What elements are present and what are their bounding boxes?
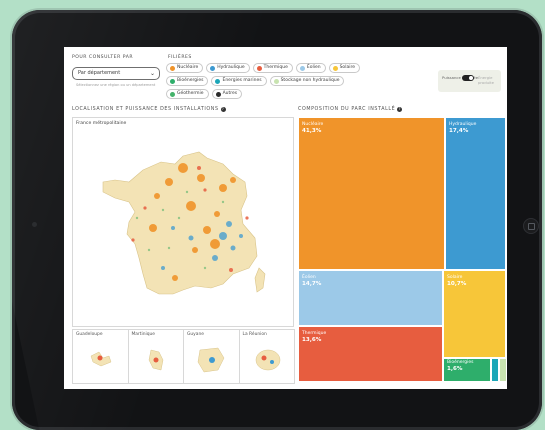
tablet-frame: Pour consulter par Par département ⌄ Sél… <box>12 10 542 430</box>
treemap-cell-other[interactable] <box>499 358 507 382</box>
chip-label: Géothermie <box>177 91 204 96</box>
treemap: Nucléaire 41,3% Hydraulique 17,4% Éolien 14… <box>298 117 507 382</box>
camera-icon <box>32 222 37 227</box>
cell-label: Éolien <box>302 275 316 280</box>
chip-dot-icon <box>215 91 221 97</box>
filter-chip[interactable]: Nucléaire <box>166 63 204 73</box>
toggle-right-label: Énergie produite <box>478 75 494 85</box>
chip-dot-icon <box>210 65 216 71</box>
france-map[interactable] <box>73 118 295 328</box>
info-icon[interactable]: ? <box>397 107 403 112</box>
cell-label: Nucléaire <box>302 122 324 127</box>
chip-label: Bioénergies <box>177 78 204 83</box>
chip-dot-icon <box>332 65 338 71</box>
cell-label: Bioénergies <box>447 360 474 365</box>
filter-chip[interactable]: Énergies marines <box>211 76 267 86</box>
mainland-shape <box>102 151 258 295</box>
chip-label: Autres <box>222 91 238 96</box>
power-energy-toggle[interactable]: Puissance installée Énergie produite <box>438 70 501 92</box>
filter-chip[interactable]: Éolien <box>295 63 326 73</box>
treemap-cell-hydraulic[interactable]: Hydraulique 17,4% <box>445 117 506 270</box>
chip-dot-icon <box>273 78 279 84</box>
home-button[interactable] <box>523 218 539 234</box>
overseas-row: Guadeloupe Martinique Guyane La Réunion <box>72 329 295 384</box>
filter-chip[interactable]: Solaire <box>328 63 360 73</box>
info-icon[interactable]: ? <box>220 107 226 112</box>
treemap-cell-solar[interactable]: Solaire 10,7% <box>443 270 506 358</box>
treemap-cell-wind[interactable]: Éolien 14,7% <box>298 270 443 326</box>
dom-guadeloupe[interactable]: Guadeloupe <box>72 329 129 384</box>
filter-chip[interactable]: Thermique <box>252 63 293 73</box>
filter-chip[interactable]: Géothermie <box>166 89 209 99</box>
chip-label: Stockage non hydraulique <box>280 78 340 83</box>
corsica-shape <box>254 267 266 293</box>
chip-dot-icon <box>215 78 221 84</box>
app-screen: Pour consulter par Par département ⌄ Sél… <box>64 47 507 389</box>
chip-label: Énergies marines <box>222 78 262 83</box>
treemap-title-text: Composition du parc installé <box>298 107 396 112</box>
cell-value: 17,4% <box>449 128 469 134</box>
dom-guyane[interactable]: Guyane <box>183 329 240 384</box>
chip-label: Éolien <box>306 65 321 70</box>
toggle-switch[interactable] <box>462 75 474 81</box>
cell-label: Solaire <box>447 275 463 280</box>
chip-dot-icon <box>170 65 175 71</box>
chip-dot-icon <box>299 65 305 71</box>
treemap-cell-bioenergy[interactable]: Bioénergies 1,6% <box>443 358 491 382</box>
territory-select[interactable]: Par département ⌄ <box>72 67 160 80</box>
chip-label: Nucléaire <box>177 65 199 70</box>
chip-label: Hydraulique <box>217 65 245 70</box>
treemap-title: Composition du parc installé ? <box>298 107 403 112</box>
chip-label: Solaire <box>339 65 355 70</box>
cell-value: 41,3% <box>302 128 322 134</box>
chip-dot-icon <box>170 78 175 84</box>
chip-dot-icon <box>170 91 175 97</box>
select-hint: Sélectionnez une région ou un départemen… <box>76 83 156 87</box>
cell-value: 1,6% <box>447 366 463 372</box>
cell-value: 13,6% <box>302 337 322 343</box>
territory-select-value: Par département <box>78 70 121 76</box>
map-title: Localisation et puissance des installati… <box>72 107 226 112</box>
chip-label: Thermique <box>263 65 288 70</box>
cell-value: 10,7% <box>447 281 467 287</box>
map-panel[interactable]: France métropolitaine <box>72 117 294 327</box>
cell-value: 14,7% <box>302 281 322 287</box>
treemap-cell-thermal[interactable]: Thermique 13,6% <box>298 326 443 382</box>
map-title-text: Localisation et puissance des installati… <box>72 107 219 112</box>
treemap-cell-nuclear[interactable]: Nucléaire 41,3% <box>298 117 445 270</box>
filter-chip[interactable]: Stockage non hydraulique <box>269 76 345 86</box>
type-label: Filières <box>168 55 192 60</box>
cell-label: Thermique <box>302 331 327 336</box>
filter-chip[interactable]: Bioénergies <box>166 76 209 86</box>
filter-chip[interactable]: Hydraulique <box>206 63 250 73</box>
dom-martinique[interactable]: Martinique <box>127 329 184 384</box>
chevron-down-icon: ⌄ <box>149 70 155 77</box>
filter-chip[interactable]: Autres <box>211 89 243 99</box>
treemap-cell-marine[interactable] <box>491 358 499 382</box>
dom-reunion[interactable]: La Réunion <box>238 329 295 384</box>
cell-label: Hydraulique <box>449 122 477 127</box>
chip-dot-icon <box>256 65 262 71</box>
view-label: Pour consulter par <box>72 55 134 60</box>
filter-chips: Nucléaire Hydraulique Thermique Éolien S… <box>166 63 386 99</box>
